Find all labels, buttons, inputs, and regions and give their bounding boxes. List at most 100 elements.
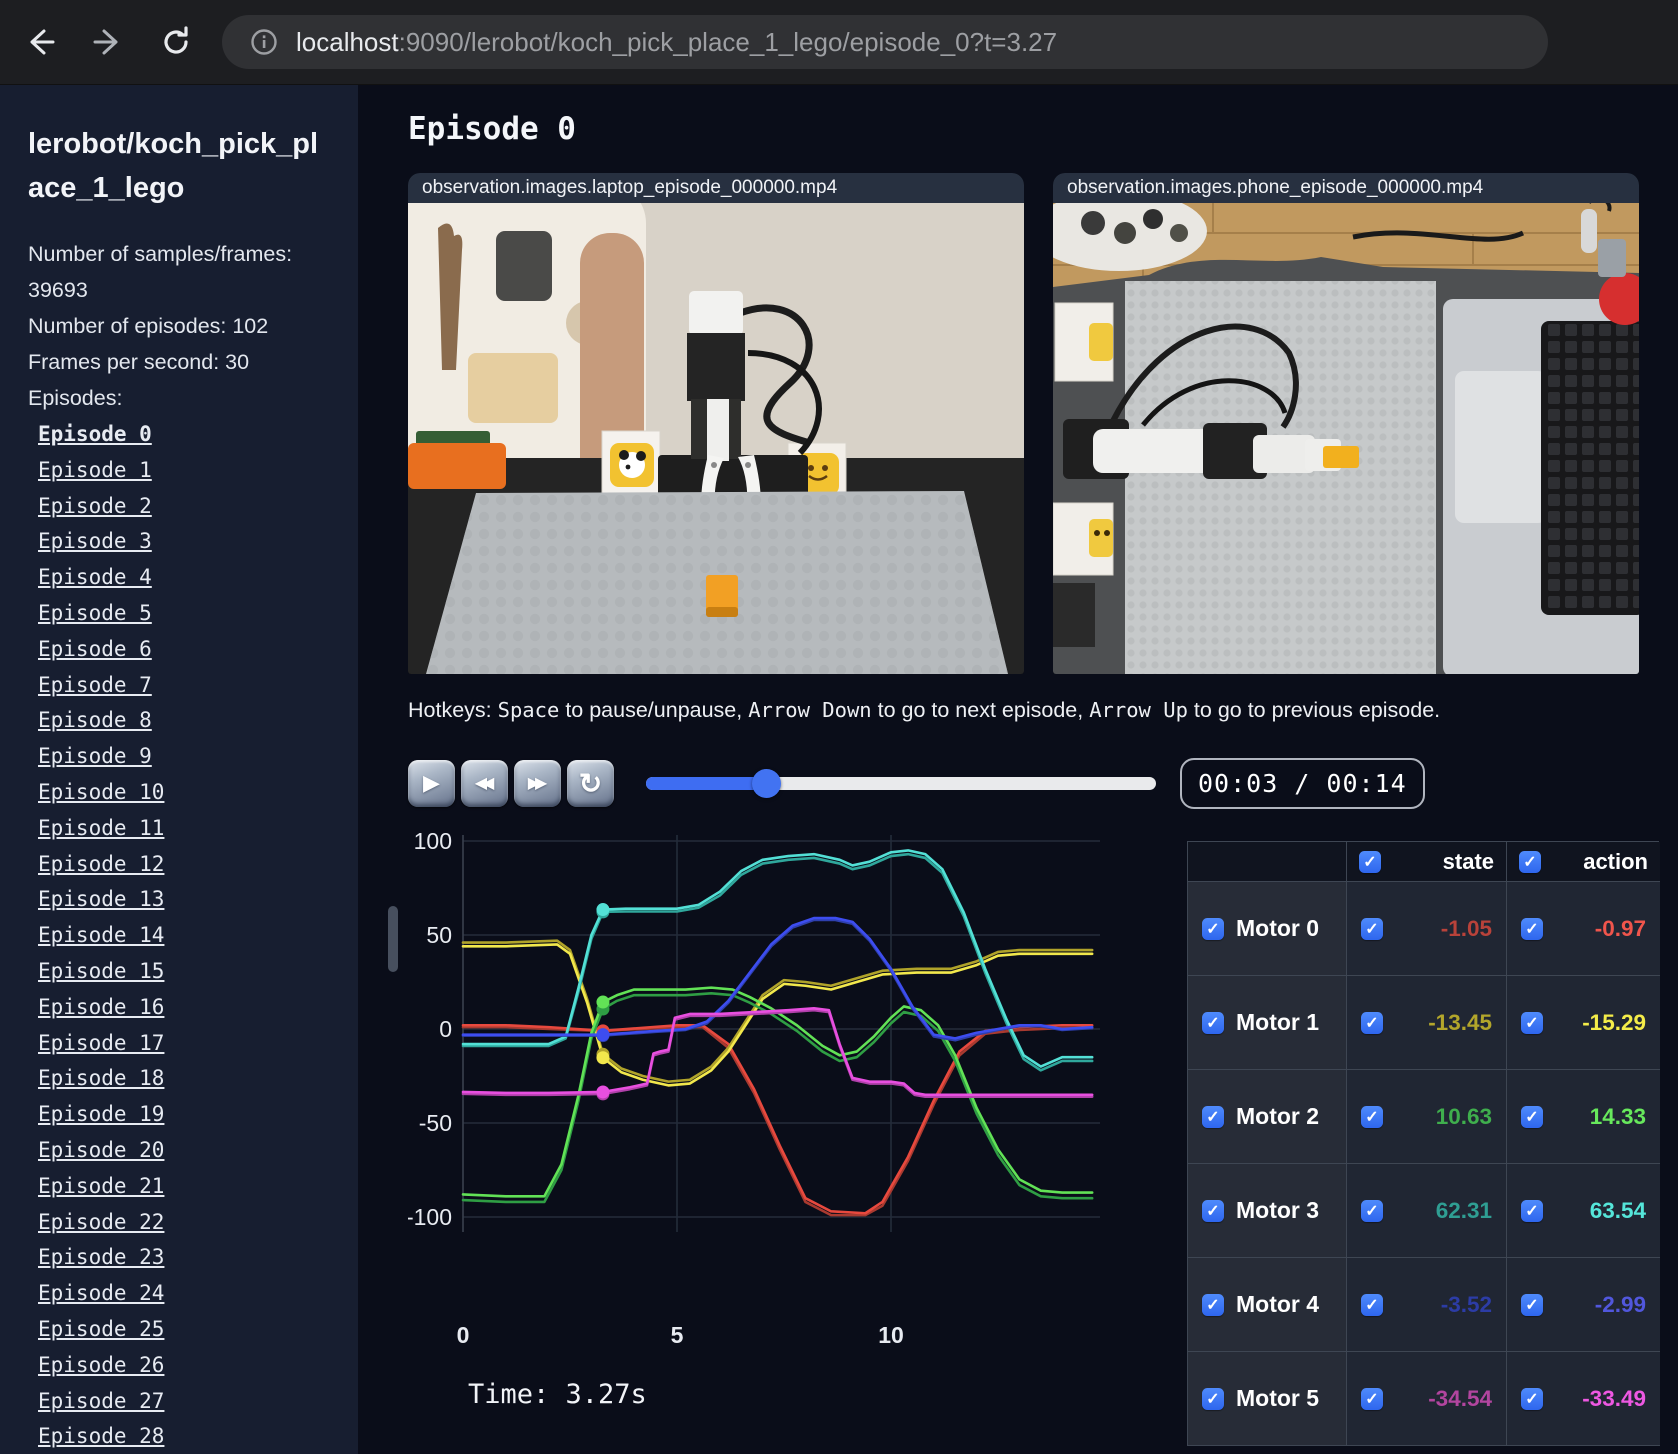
motor-checkbox[interactable] [1202, 1011, 1224, 1034]
episode-link[interactable]: Episode 17 [38, 1031, 164, 1055]
state-checkbox[interactable] [1361, 1105, 1383, 1128]
episode-list-item: Episode 7 [28, 669, 332, 705]
episode-link[interactable]: Episode 14 [38, 923, 164, 947]
motor-checkbox[interactable] [1202, 1293, 1224, 1316]
state-all-checkbox[interactable] [1359, 850, 1381, 873]
episode-link[interactable]: Episode 12 [38, 852, 164, 876]
episode-list-item: Episode 21 [28, 1170, 332, 1206]
state-checkbox[interactable] [1361, 917, 1383, 940]
episode-link[interactable]: Episode 22 [38, 1210, 164, 1234]
reload-icon[interactable] [156, 22, 196, 62]
browser-chrome: localhost:9090/lerobot/koch_pick_place_1… [0, 0, 1678, 85]
play-icon: ▶ [423, 770, 440, 795]
svg-text:50: 50 [426, 922, 452, 948]
rewind-button[interactable]: ◀◀ [461, 759, 508, 807]
state-checkbox[interactable] [1361, 1199, 1383, 1222]
episode-link[interactable]: Episode 1 [38, 458, 152, 482]
seek-slider[interactable] [646, 768, 1156, 798]
episode-link[interactable]: Episode 3 [38, 529, 152, 553]
state-checkbox[interactable] [1361, 1011, 1383, 1034]
fast-forward-button[interactable]: ▶▶ [514, 759, 561, 807]
action-value-cell: -33.49 [1507, 1352, 1660, 1446]
action-checkbox[interactable] [1521, 917, 1543, 940]
table-row-label: Motor 2 [1188, 1070, 1347, 1164]
episode-link[interactable]: Episode 21 [38, 1174, 164, 1198]
back-icon[interactable] [20, 22, 60, 62]
scrollbar-thumb[interactable] [388, 906, 398, 972]
episode-list-item: Episode 27 [28, 1385, 332, 1421]
episode-link[interactable]: Episode 25 [38, 1317, 164, 1341]
episode-list-item: Episode 13 [28, 883, 332, 919]
episode-link[interactable]: Episode 26 [38, 1353, 164, 1377]
episode-link[interactable]: Episode 19 [38, 1102, 164, 1126]
episode-link[interactable]: Episode 16 [38, 995, 164, 1019]
forward-icon[interactable] [88, 22, 128, 62]
episode-list-item: Episode 4 [28, 561, 332, 597]
episode-list-item: Episode 2 [28, 490, 332, 526]
state-value-cell: -3.52 [1347, 1258, 1507, 1352]
episode-link[interactable]: Episode 11 [38, 816, 164, 840]
episode-link[interactable]: Episode 28 [38, 1424, 164, 1448]
loop-button[interactable]: ↻ [567, 759, 614, 807]
motor-chart[interactable]: 100 50 0 -50 -100 0 5 10 Time: 3.27s [406, 821, 1148, 1446]
key-arrow-down: Arrow Down [748, 698, 872, 722]
info-episodes-count: Number of episodes: 102 [28, 314, 269, 338]
action-checkbox[interactable] [1521, 1293, 1543, 1316]
episode-link[interactable]: Episode 6 [38, 637, 152, 661]
episode-link[interactable]: Episode 5 [38, 601, 152, 625]
episode-list-item: Episode 26 [28, 1349, 332, 1385]
info-fps: Frames per second: 30 [28, 350, 250, 374]
episode-link[interactable]: Episode 10 [38, 780, 164, 804]
action-checkbox[interactable] [1521, 1011, 1543, 1034]
play-button[interactable]: ▶ [408, 759, 455, 807]
episode-link[interactable]: Episode 2 [38, 494, 152, 518]
episode-list-item: Episode 0 [28, 418, 332, 454]
state-checkbox[interactable] [1361, 1293, 1383, 1316]
episode-link[interactable]: Episode 20 [38, 1138, 164, 1162]
episode-list-item: Episode 24 [28, 1277, 332, 1313]
state-checkbox[interactable] [1361, 1387, 1383, 1410]
table-row-label: Motor 0 [1188, 882, 1347, 976]
episode-list-item: Episode 1 [28, 454, 332, 490]
page-title: Episode 0 [408, 111, 576, 147]
episode-link[interactable]: Episode 15 [38, 959, 164, 983]
slider-thumb[interactable] [751, 769, 781, 798]
video-phone[interactable]: observation.images.phone_episode_000000.… [1053, 173, 1639, 674]
action-checkbox[interactable] [1521, 1105, 1543, 1128]
episode-link[interactable]: Episode 23 [38, 1245, 164, 1269]
episode-link[interactable]: Episode 24 [38, 1281, 164, 1305]
action-value-cell: -0.97 [1507, 882, 1660, 976]
episode-link[interactable]: Episode 13 [38, 887, 164, 911]
episode-link[interactable]: Episode 4 [38, 565, 152, 589]
loop-icon: ↻ [578, 767, 603, 799]
action-checkbox[interactable] [1521, 1199, 1543, 1222]
episode-link[interactable]: Episode 7 [38, 673, 152, 697]
motor-table: state action Motor 0 -1.05 -0.97 Motor 1… [1187, 841, 1660, 1446]
episode-link[interactable]: Episode 27 [38, 1389, 164, 1413]
motor-checkbox[interactable] [1202, 917, 1224, 940]
episode-link[interactable]: Episode 0 [38, 422, 152, 446]
svg-text:5: 5 [671, 1322, 684, 1348]
episode-list-item: Episode 19 [28, 1098, 332, 1134]
episode-link[interactable]: Episode 8 [38, 708, 152, 732]
motor-checkbox[interactable] [1202, 1387, 1224, 1410]
table-row-label: Motor 1 [1188, 976, 1347, 1070]
video-laptop-title: observation.images.laptop_episode_000000… [408, 173, 1024, 203]
episode-list-item: Episode 5 [28, 597, 332, 633]
episode-link[interactable]: Episode 18 [38, 1066, 164, 1090]
episode-link[interactable]: Episode 9 [38, 744, 152, 768]
action-all-checkbox[interactable] [1519, 850, 1541, 873]
motor-checkbox[interactable] [1202, 1199, 1224, 1222]
url-bar[interactable]: localhost:9090/lerobot/koch_pick_place_1… [222, 15, 1548, 69]
motor-checkbox[interactable] [1202, 1105, 1224, 1128]
table-row-label: Motor 4 [1188, 1258, 1347, 1352]
action-checkbox[interactable] [1521, 1387, 1543, 1410]
episode-list-item: Episode 16 [28, 991, 332, 1027]
site-info-icon[interactable] [246, 24, 282, 60]
video-laptop-frame [408, 203, 1024, 674]
episode-list-item: Episode 9 [28, 740, 332, 776]
action-value-cell: -2.99 [1507, 1258, 1660, 1352]
svg-text:100: 100 [414, 828, 452, 854]
video-laptop[interactable]: observation.images.laptop_episode_000000… [408, 173, 1024, 674]
action-value-cell: -15.29 [1507, 976, 1660, 1070]
